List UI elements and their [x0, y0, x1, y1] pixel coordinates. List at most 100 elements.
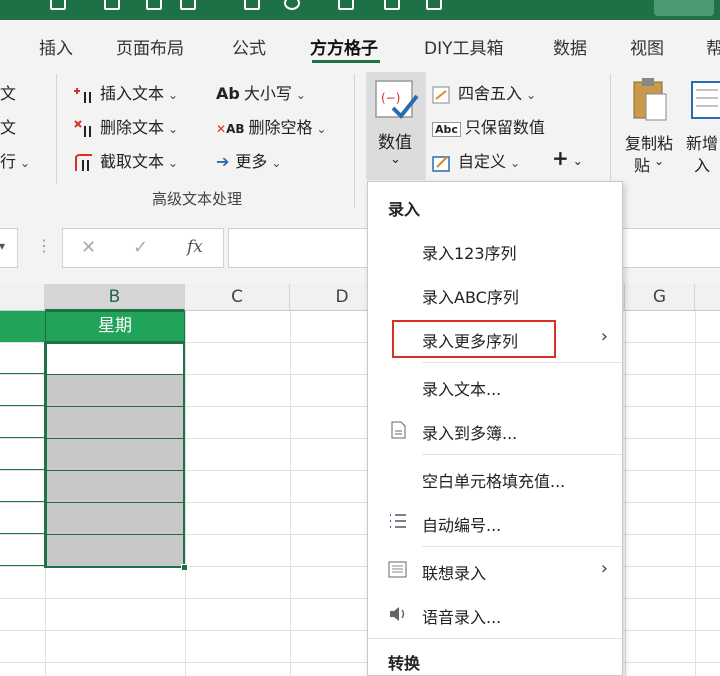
formula-actions: ✕ ✓ fx — [62, 228, 224, 268]
delete-spaces-button[interactable]: ✕AB 删除空格 ⌄ — [216, 114, 327, 138]
tab-view[interactable]: 视图 — [630, 34, 664, 59]
chevron-down-icon: ⌄ — [526, 88, 537, 102]
menu-item-fill-blank-cells[interactable]: 空白单元格填充值... — [368, 460, 622, 496]
extract-text-button[interactable]: 截取文本 ⌄ — [74, 148, 178, 172]
new-add-label-1: 新增 — [686, 134, 719, 153]
text-icon[interactable] — [338, 0, 354, 10]
value-icon: (−) — [375, 80, 419, 119]
copy-paste-button[interactable]: 复制粘 贴 ⌄ — [622, 76, 680, 176]
insert-text-icon — [74, 87, 91, 103]
column-header-c[interactable]: C — [185, 284, 290, 311]
cell-border — [0, 437, 45, 438]
menu-item-voice-entry[interactable]: 语音录入... — [368, 596, 622, 632]
menu-item-label: 空白单元格填充值... — [422, 472, 566, 491]
delete-spaces-label: 删除空格 — [248, 118, 313, 137]
column-header-a[interactable] — [0, 284, 45, 311]
custom-icon — [432, 155, 450, 172]
plus-button[interactable]: + ⌄ — [552, 146, 583, 170]
clipboard-icon — [633, 78, 667, 121]
table-icon[interactable] — [104, 0, 120, 10]
menu-item-entry-more-sequences[interactable]: 录入更多序列 › — [368, 320, 622, 358]
round-button[interactable]: 四舍五入 ⌄ — [432, 80, 536, 104]
menu-item-label: 语音录入... — [422, 608, 502, 627]
round-label: 四舍五入 — [458, 84, 523, 103]
confirm-icon[interactable]: ✓ — [133, 237, 148, 258]
format-icon[interactable] — [180, 0, 196, 10]
insert-function-icon[interactable]: fx — [187, 237, 203, 257]
cell-border — [47, 406, 183, 407]
ribbon-partial-1[interactable]: 文 — [0, 80, 16, 104]
document-icon — [391, 421, 406, 439]
chevron-down-icon: ⌄ — [654, 154, 665, 168]
grid-line — [695, 311, 696, 676]
column-a-cells[interactable] — [0, 342, 45, 568]
delete-text-icon — [74, 119, 91, 137]
tab-fangfanggezi[interactable]: 方方格子 — [310, 34, 378, 59]
menu-section-convert: 转换 — [388, 654, 421, 673]
new-add-button[interactable]: 新增 入 — [684, 76, 720, 176]
fill-handle[interactable] — [181, 564, 188, 571]
more-button[interactable]: ➔ 更多 ⌄ — [216, 148, 281, 172]
menu-item-associative-entry[interactable]: 联想录入 › — [368, 552, 622, 588]
chevron-down-icon: ⌄ — [572, 154, 583, 168]
cancel-icon[interactable]: ✕ — [81, 237, 96, 258]
menu-item-entry-multiple-workbooks[interactable]: 录入到多簿... — [368, 412, 622, 448]
menu-section-entry: 录入 — [388, 200, 421, 219]
group-separator — [56, 74, 57, 184]
delete-text-button[interactable]: 删除文本 ⌄ — [74, 114, 178, 138]
menu-item-entry-abc-sequence[interactable]: 录入ABC序列 — [368, 276, 622, 312]
cell-border — [0, 533, 45, 534]
tab-data[interactable]: 数据 — [553, 34, 587, 59]
numbered-list-icon — [390, 514, 406, 528]
tab-insert[interactable]: 插入 — [39, 34, 73, 59]
account-button[interactable] — [654, 0, 714, 16]
new-sheet-icon — [691, 81, 720, 119]
selected-range[interactable] — [45, 342, 185, 568]
cell-border — [0, 405, 45, 406]
keep-value-button[interactable]: Abc 只保留数值 — [432, 114, 545, 138]
quick-access-icon[interactable] — [50, 0, 66, 10]
tab-page-layout[interactable]: 页面布局 — [116, 34, 184, 59]
custom-button[interactable]: 自定义 ⌄ — [432, 148, 520, 172]
menu-item-entry-123-sequence[interactable]: 录入123序列 — [368, 232, 622, 268]
chevron-down-icon: ⌄ — [168, 156, 179, 170]
keep-value-label: 只保留数值 — [464, 118, 545, 137]
column-header-b[interactable]: B — [45, 284, 185, 311]
column-header-h[interactable] — [695, 284, 720, 311]
tab-formulas[interactable]: 公式 — [232, 34, 266, 59]
extract-text-icon — [75, 153, 92, 171]
menu-item-entry-text[interactable]: 录入文本... — [368, 368, 622, 404]
menu-item-auto-numbering[interactable]: 自动编号... — [368, 504, 622, 540]
column-header-g[interactable]: G — [625, 284, 695, 311]
search-icon[interactable] — [284, 0, 300, 10]
print-icon[interactable] — [244, 0, 260, 10]
menu-divider — [368, 638, 622, 639]
menu-divider — [422, 454, 622, 455]
abc-icon: Abc — [432, 122, 461, 137]
chevron-down-icon: ⌄ — [510, 156, 521, 170]
title-bar — [0, 0, 720, 20]
tab-diy-toolbox[interactable]: DIY工具箱 — [424, 34, 504, 59]
case-label: 大小写 — [243, 84, 292, 103]
ribbon-partial-3[interactable]: 行 ⌄ — [0, 148, 30, 172]
case-icon: Ab — [216, 84, 240, 103]
header-cell-a[interactable] — [0, 311, 45, 342]
chevron-down-icon: ⌄ — [316, 122, 327, 136]
chart-icon[interactable] — [384, 0, 400, 10]
arrow-right-icon: ➔ — [216, 152, 230, 171]
plus-icon: + — [552, 146, 569, 170]
insert-text-button[interactable]: 插入文本 ⌄ — [74, 80, 178, 104]
share-icon[interactable] — [426, 0, 442, 10]
insert-text-label: 插入文本 — [100, 84, 165, 103]
chevron-down-icon: ⌄ — [168, 88, 179, 102]
cell-border — [47, 374, 183, 375]
layout-icon[interactable] — [146, 0, 162, 10]
name-box[interactable]: ▾ — [0, 228, 18, 268]
group-separator — [354, 74, 355, 208]
case-button[interactable]: Ab 大小写 ⌄ — [216, 80, 306, 104]
value-button[interactable]: (−) 数值 ⌄ — [366, 72, 426, 180]
ribbon-partial-3-label: 行 — [0, 152, 17, 171]
ribbon-partial-2[interactable]: 文 — [0, 114, 16, 138]
header-cell-weekday[interactable]: 星期 — [45, 311, 185, 342]
tab-help[interactable]: 帮 — [706, 34, 720, 59]
